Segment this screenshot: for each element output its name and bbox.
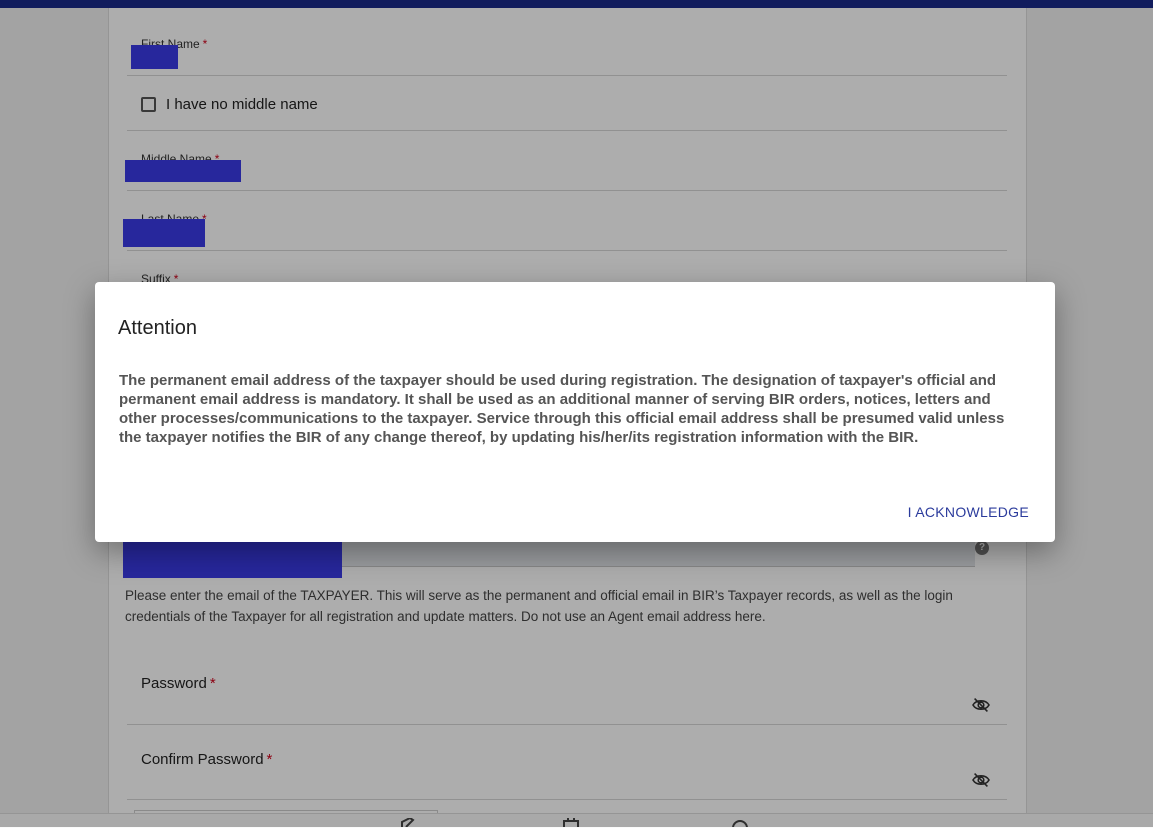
attention-dialog: Attention The permanent email address of… <box>95 282 1055 542</box>
dialog-title: Attention <box>118 317 197 339</box>
acknowledge-button[interactable]: I ACKNOWLEDGE <box>908 504 1029 520</box>
dialog-body-text: The permanent email address of the taxpa… <box>119 372 1005 446</box>
